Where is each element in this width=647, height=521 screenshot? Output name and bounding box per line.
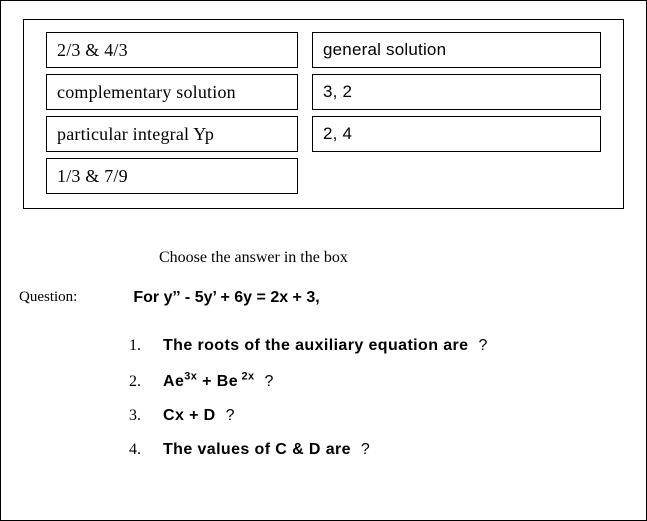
question-label: Question: xyxy=(19,289,77,306)
question-item: 2. Ae3x + Be 2x? xyxy=(119,371,628,391)
answer-option[interactable]: 1/3 & 7/9 xyxy=(46,158,298,194)
question-text-body: Ae xyxy=(163,373,184,390)
answer-option[interactable]: complementary solution xyxy=(46,74,298,110)
answer-bank-left-column: 2/3 & 4/3 complementary solution particu… xyxy=(46,32,298,194)
question-text: Ae3x + Be 2x? xyxy=(163,371,274,391)
question-text-body: Cx + D xyxy=(163,407,216,424)
question-equation: For yˮ - 5y’ + 6y = 2x + 3, xyxy=(133,289,319,307)
answer-bank-right-column: general solution 3, 2 2, 4 xyxy=(312,32,601,194)
question-mark: ? xyxy=(265,373,274,390)
superscript: 2x xyxy=(238,371,255,383)
question-item: 3. Cx + D? xyxy=(119,407,628,425)
question-mark: ? xyxy=(478,337,487,354)
answer-option[interactable]: 2, 4 xyxy=(312,116,601,152)
question-text-body: The values of C & D are xyxy=(163,441,351,458)
question-text: Cx + D? xyxy=(163,407,235,425)
answer-option[interactable]: particular integral Yp xyxy=(46,116,298,152)
question-number: 4. xyxy=(119,441,141,459)
question-text-body: The roots of the auxiliary equation are xyxy=(163,337,468,354)
question-mark: ? xyxy=(226,407,235,424)
question-list: 1. The roots of the auxiliary equation a… xyxy=(119,337,628,459)
answer-option[interactable]: general solution xyxy=(312,32,601,68)
question-header: Question: For yˮ - 5y’ + 6y = 2x + 3, xyxy=(19,285,628,307)
question-item: 4. The values of C & D are? xyxy=(119,441,628,459)
answer-option[interactable]: 2/3 & 4/3 xyxy=(46,32,298,68)
equation-part: - 5y xyxy=(180,289,212,306)
equation-part: + 6y = 2x + 3, xyxy=(216,289,320,306)
answer-option[interactable]: 3, 2 xyxy=(312,74,601,110)
question-item: 1. The roots of the auxiliary equation a… xyxy=(119,337,628,355)
question-text-body: + Be xyxy=(197,373,238,390)
question-text: The values of C & D are? xyxy=(163,441,370,459)
superscript: 3x xyxy=(184,371,197,383)
question-number: 2. xyxy=(119,373,141,391)
question-mark: ? xyxy=(361,441,370,458)
instruction-text: Choose the answer in the box xyxy=(159,249,628,267)
question-text: The roots of the auxiliary equation are? xyxy=(163,337,488,355)
question-number: 3. xyxy=(119,407,141,425)
answer-bank: 2/3 & 4/3 complementary solution particu… xyxy=(23,19,624,209)
equation-part: For y xyxy=(133,289,172,306)
worksheet-page: 2/3 & 4/3 complementary solution particu… xyxy=(0,0,647,521)
question-number: 1. xyxy=(119,337,141,355)
